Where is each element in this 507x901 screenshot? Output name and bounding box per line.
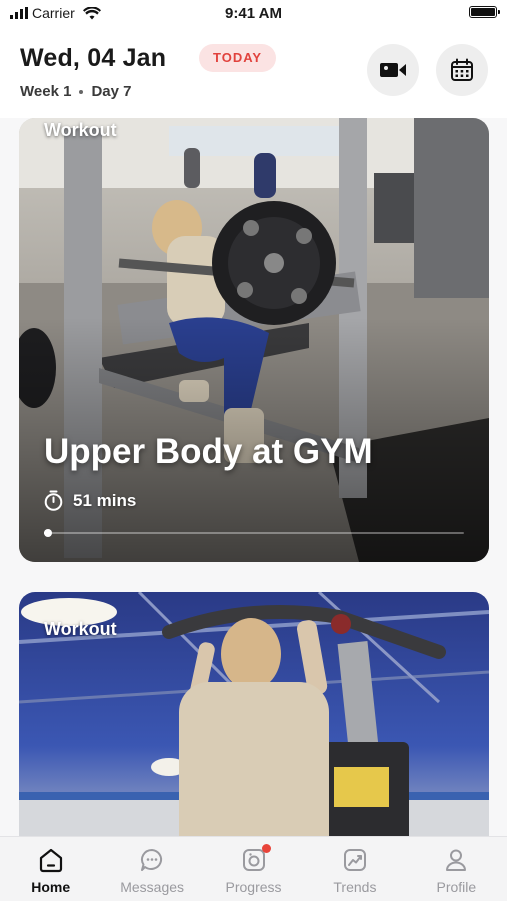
card-duration: 51 mins	[44, 490, 136, 511]
home-icon	[39, 848, 62, 873]
card-category: Workout	[44, 619, 117, 639]
video-button[interactable]	[367, 44, 419, 96]
tab-progress[interactable]: Progress	[203, 837, 304, 901]
status-bar: Carrier 9:41 AM	[0, 0, 507, 26]
duration-label: 51 mins	[73, 490, 137, 510]
user-icon	[446, 849, 467, 871]
today-badge[interactable]: TODAY	[199, 44, 277, 72]
week-label: Week 1	[20, 83, 72, 100]
workout-card[interactable]: Workout Upper Body at GYM 51 mins	[19, 118, 489, 562]
card-title: Upper Body at GYM	[44, 432, 373, 471]
week-day-line: Week 1 Day 7	[20, 83, 131, 100]
tab-profile[interactable]: Profile	[406, 837, 507, 901]
tab-home[interactable]: Home	[0, 837, 101, 901]
tab-label: Messages	[120, 879, 185, 895]
day-label: Day 7	[91, 83, 132, 100]
tab-messages[interactable]: Messages	[101, 837, 202, 901]
tab-label: Trends	[333, 879, 377, 895]
tab-label: Progress	[225, 879, 282, 895]
trend-icon	[343, 849, 366, 871]
card-category: Workout	[44, 120, 117, 140]
tab-label: Profile	[436, 879, 477, 895]
calendar-icon	[451, 58, 473, 81]
tab-label: Home	[31, 879, 71, 895]
clock: 9:41 AM	[225, 5, 282, 22]
tab-trends[interactable]: Trends	[304, 837, 405, 901]
notification-dot	[261, 844, 271, 853]
chat-icon	[141, 849, 163, 871]
tab-bar: Home Messages Progress Trends Profile	[0, 836, 507, 901]
calendar-button[interactable]	[436, 44, 488, 96]
page-title: Wed, 04 Jan	[20, 44, 167, 72]
header: Wed, 04 Jan TODAY Week 1 Day 7	[0, 26, 507, 118]
stopwatch-icon	[44, 490, 63, 511]
separator-dot	[79, 89, 84, 94]
workout-card[interactable]: Workout	[19, 592, 489, 872]
battery-icon	[469, 6, 500, 18]
video-camera-icon	[380, 63, 406, 77]
workout-progress-bar[interactable]	[44, 529, 464, 537]
